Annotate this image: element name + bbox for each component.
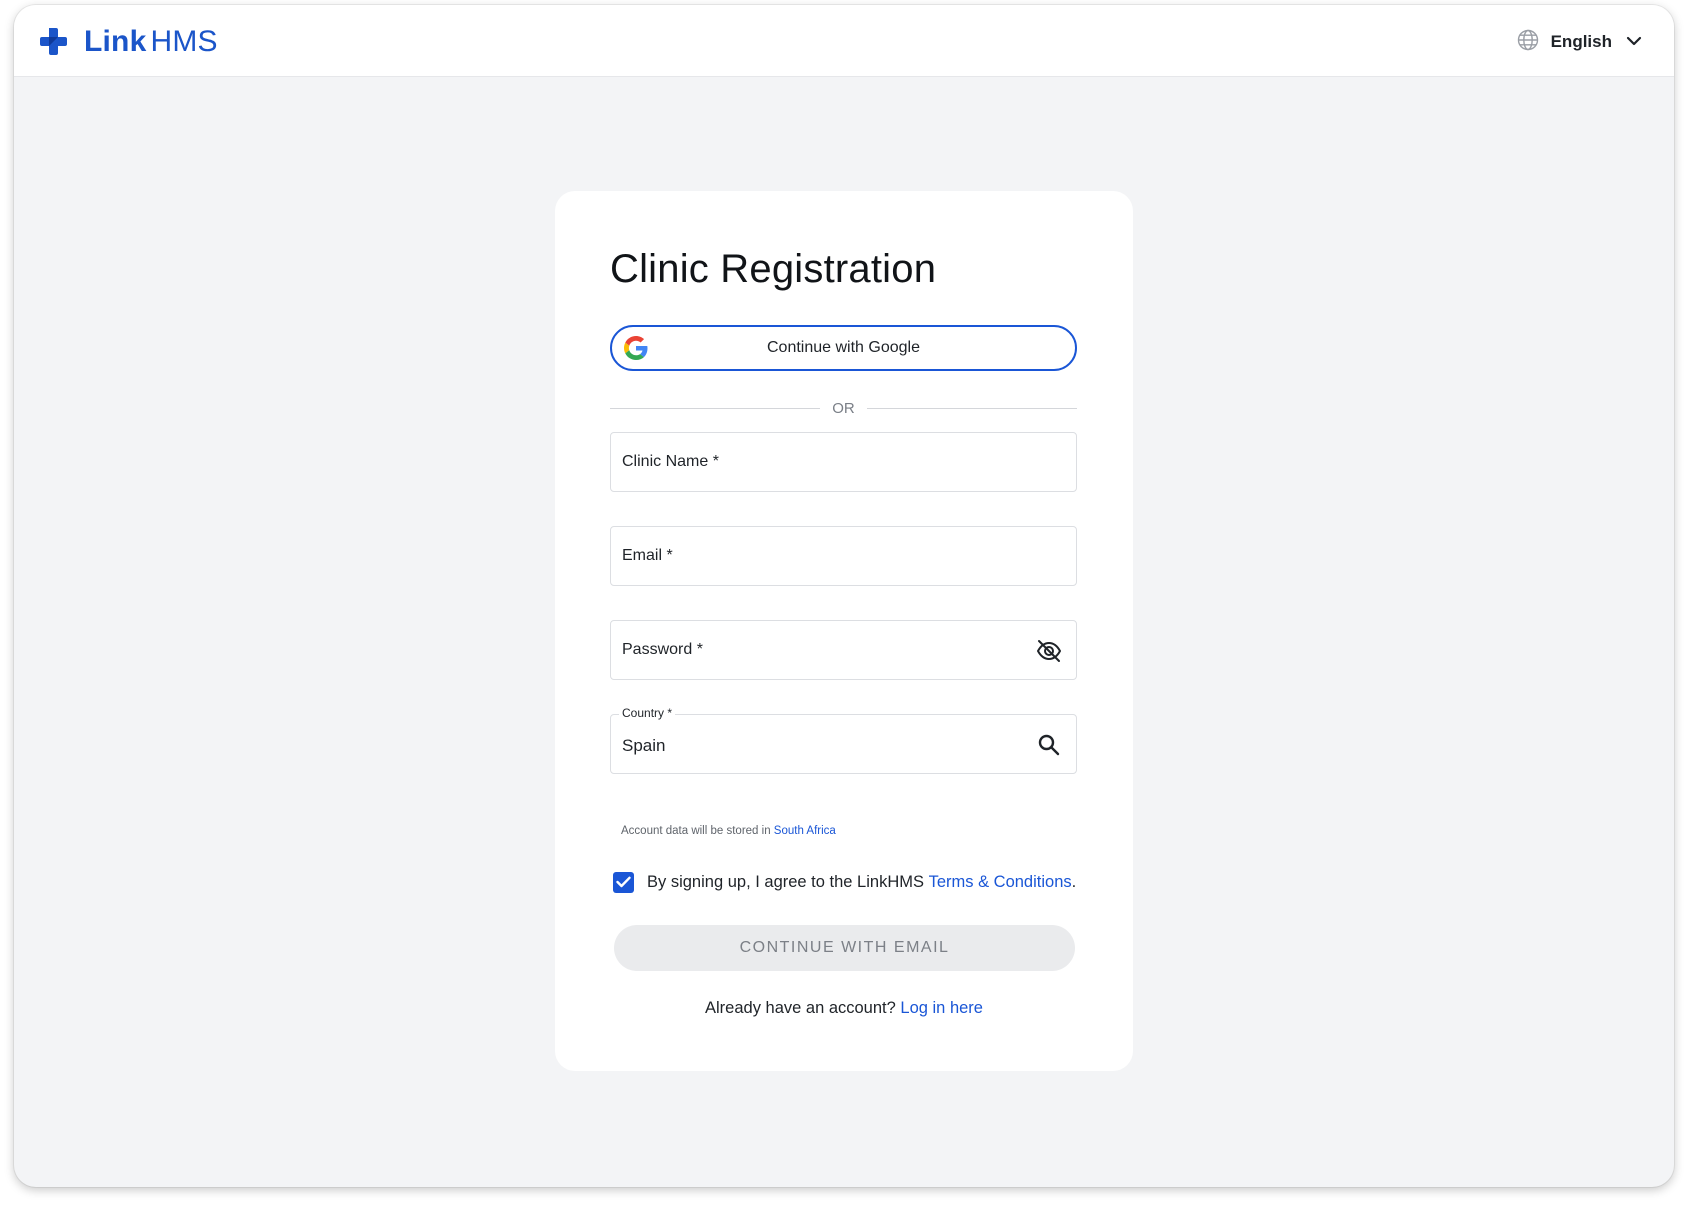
- divider-line-right: [867, 408, 1077, 409]
- email-label: Email *: [622, 547, 673, 564]
- brand-name: Link HMS: [84, 25, 218, 59]
- check-icon: [616, 876, 631, 888]
- brand-name-link: Link: [84, 25, 147, 58]
- brand-logo[interactable]: Link HMS: [40, 25, 218, 59]
- password-field[interactable]: Password *: [610, 620, 1077, 680]
- helper-text: Account data will be stored in: [621, 825, 774, 837]
- cross-logo-icon: [40, 28, 68, 56]
- brand-name-hms: HMS: [150, 25, 218, 58]
- clinic-name-field[interactable]: Clinic Name *: [610, 432, 1077, 492]
- clinic-name-label: Clinic Name *: [622, 453, 719, 470]
- continue-with-email-button[interactable]: CONTINUE WITH EMAIL: [614, 925, 1075, 971]
- helper-region: South Africa: [773, 825, 836, 837]
- country-label: Country *: [619, 706, 676, 720]
- top-bar: Link HMS English: [14, 5, 1674, 77]
- page-title: Clinic Registration: [610, 247, 937, 291]
- data-region-helper: Account data will be stored in South Afr…: [621, 825, 836, 837]
- app-window: Link HMS English Clinic Registration Con…: [14, 5, 1674, 1187]
- globe-icon: [1517, 29, 1539, 56]
- terms-text: By signing up, I agree to the LinkHMS: [647, 872, 929, 891]
- search-icon[interactable]: [1036, 732, 1062, 758]
- language-label: English: [1550, 32, 1612, 51]
- terms-period: .: [1071, 872, 1077, 891]
- registration-card: Clinic Registration Continue with Google…: [555, 191, 1133, 1071]
- login-prompt: Already have an account?: [705, 999, 896, 1017]
- country-value: Spain: [622, 736, 666, 755]
- login-link[interactable]: Log in here: [900, 999, 983, 1017]
- login-prompt-line: Already have an account? Log in here: [555, 999, 1133, 1018]
- or-divider: OR: [610, 399, 1077, 419]
- eye-off-icon[interactable]: [1036, 638, 1062, 664]
- terms-agreement: By signing up, I agree to the LinkHMS Te…: [613, 871, 1076, 893]
- password-label: Password *: [622, 641, 703, 658]
- terms-checkbox[interactable]: [613, 871, 634, 893]
- terms-link[interactable]: Terms & Conditions: [929, 873, 1072, 892]
- language-selector[interactable]: English: [1517, 27, 1642, 57]
- continue-with-google-button[interactable]: Continue with Google: [610, 325, 1077, 371]
- country-field[interactable]: Country * Spain: [610, 706, 1077, 774]
- email-field[interactable]: Email *: [610, 526, 1077, 586]
- google-button-label: Continue with Google: [767, 339, 920, 356]
- chevron-down-icon: [1626, 33, 1642, 51]
